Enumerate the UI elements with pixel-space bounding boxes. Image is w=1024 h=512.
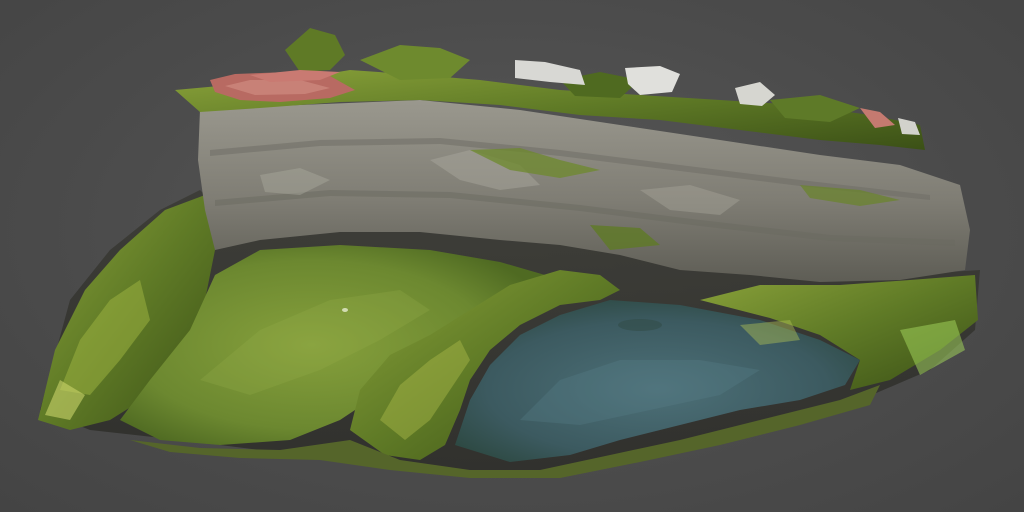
terrain-model[interactable] [0, 0, 1024, 512]
building-white-2 [625, 66, 680, 95]
building-white-3 [735, 82, 775, 106]
3d-viewport[interactable] [0, 0, 1024, 512]
building-white-1 [515, 60, 585, 85]
